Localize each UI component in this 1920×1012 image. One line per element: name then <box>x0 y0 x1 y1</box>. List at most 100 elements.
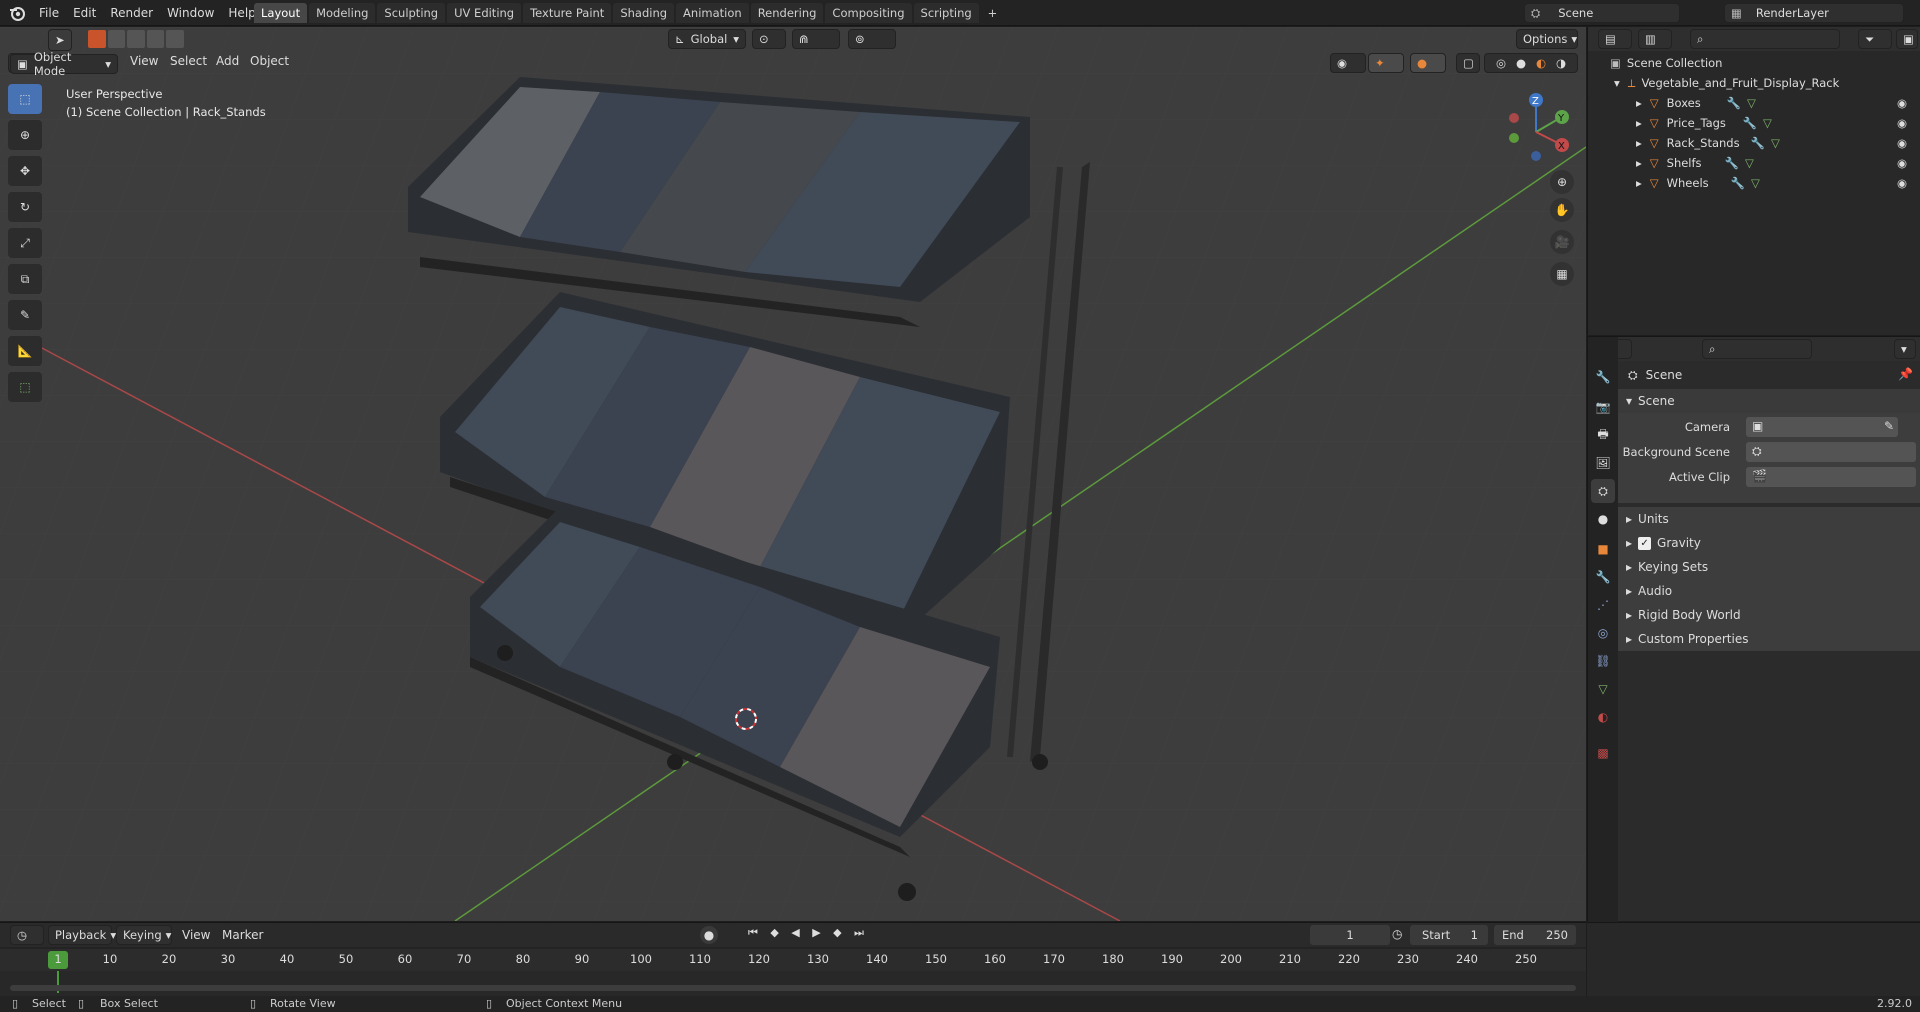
camera-field[interactable]: ▣ ✎ <box>1746 417 1898 437</box>
play-icon[interactable]: ▶ <box>812 926 820 944</box>
playback-dropdown[interactable]: Playback ▾ <box>48 925 116 945</box>
timeline-editor-type[interactable]: ◷ <box>10 925 44 945</box>
solid-shading-icon[interactable]: ● <box>1516 56 1526 70</box>
background-scene-field[interactable]: ⛭ <box>1746 442 1916 462</box>
outliner-filter-button[interactable]: ⏷ <box>1858 29 1892 49</box>
measure-tool[interactable]: 📐 <box>8 336 42 366</box>
outliner-item-price-tags[interactable]: ▸ ▽ Price_Tags 🔧 ▽ ◉ <box>1588 113 1920 133</box>
gravity-checkbox[interactable]: ✓ <box>1638 536 1652 550</box>
playback-controls[interactable]: ⏮ ◆ ◀ ▶ ◆ ⏭ <box>748 926 864 944</box>
constraints-tab-icon[interactable]: ⛓ <box>1591 649 1615 673</box>
tab-rendering[interactable]: Rendering <box>750 3 824 23</box>
scene-tab-icon[interactable]: ⛭ <box>1591 479 1615 503</box>
properties-search-input[interactable]: ⌕ <box>1702 339 1812 359</box>
viewport-menu-view[interactable]: View <box>130 54 158 68</box>
pivot-dropdown[interactable]: ⊙ <box>752 29 786 49</box>
tab-texture-paint[interactable]: Texture Paint <box>523 3 612 23</box>
snap-toggle[interactable]: ⋒ <box>792 29 840 49</box>
menu-window[interactable]: Window <box>160 6 221 20</box>
select-box-tool[interactable]: ⬚ <box>8 84 42 114</box>
blender-logo-icon[interactable] <box>8 4 26 22</box>
tool-tab-icon[interactable]: 🔧 <box>1591 365 1615 389</box>
zoom-view-icon[interactable]: ⊕ <box>1550 170 1574 194</box>
object-mode-dropdown[interactable]: ▣ Object Mode ▾ <box>10 50 118 78</box>
new-collection-button[interactable]: ▣ <box>1896 29 1918 49</box>
modifier-wrench-icon[interactable]: 🔧 <box>1743 116 1757 130</box>
outliner-item-shelfs[interactable]: ▸ ▽ Shelfs 🔧 ▽ ◉ <box>1588 153 1920 173</box>
view-layer-tab-icon[interactable]: 🖼 <box>1591 451 1615 475</box>
chevron-right-icon[interactable]: ▸ <box>1636 96 1642 110</box>
transform-orientation-dropdown[interactable]: ⊾ Global ▾ <box>668 29 746 49</box>
chevron-right-icon[interactable]: ▸ <box>1636 116 1642 130</box>
render-tab-icon[interactable]: 📷 <box>1591 395 1615 419</box>
modifier-tab-icon[interactable]: 🔧 <box>1591 565 1615 589</box>
keying-sets-panel[interactable]: ▸ Keying Sets <box>1618 555 1920 579</box>
viewport-menu-object[interactable]: Object <box>250 54 289 68</box>
material-shading-icon[interactable]: ◐ <box>1536 56 1546 70</box>
object-tab-icon[interactable]: ■ <box>1591 537 1615 561</box>
outliner-scene-collection[interactable]: ▣ Scene Collection <box>1588 53 1920 73</box>
eye-icon[interactable]: ◉ <box>1897 156 1907 170</box>
scene-panel-header[interactable]: ▾ Scene <box>1618 389 1920 413</box>
prev-keyframe-icon[interactable]: ◆ <box>770 926 778 944</box>
eye-icon[interactable]: ◉ <box>1897 96 1907 110</box>
material-tab-icon[interactable]: ◐ <box>1591 705 1615 729</box>
particles-tab-icon[interactable]: ⋰ <box>1591 593 1615 617</box>
rendered-shading-icon[interactable]: ◑ <box>1556 56 1566 70</box>
tab-modeling[interactable]: Modeling <box>309 3 376 23</box>
outliner-collection-row[interactable]: ▾ ⟂ Vegetable_and_Fruit_Display_Rack <box>1588 73 1920 93</box>
modifier-wrench-icon[interactable]: 🔧 <box>1725 156 1739 170</box>
tab-layout[interactable]: Layout <box>254 3 308 23</box>
eye-icon[interactable]: ◉ <box>1897 176 1907 190</box>
output-tab-icon[interactable]: 🖶 <box>1591 423 1615 447</box>
modifier-wrench-icon[interactable]: 🔧 <box>1751 136 1765 150</box>
outliner-display-mode[interactable]: ▥ <box>1638 29 1672 49</box>
transform-tool[interactable]: ⧉ <box>8 264 42 294</box>
eye-icon[interactable]: ◉ <box>1897 116 1907 130</box>
world-tab-icon[interactable]: ● <box>1591 507 1615 531</box>
select-tool-mode[interactable]: ➤ <box>48 29 72 51</box>
chevron-right-icon[interactable]: ▸ <box>1636 176 1642 190</box>
mesh-data-icon[interactable]: ▽ <box>1751 176 1760 190</box>
data-tab-icon[interactable]: ▽ <box>1591 677 1615 701</box>
jump-end-icon[interactable]: ⏭ <box>854 926 864 944</box>
eyedropper-icon[interactable]: ✎ <box>1884 419 1894 433</box>
camera-view-icon[interactable]: 🎥 <box>1550 230 1574 254</box>
keying-dropdown[interactable]: Keying ▾ <box>116 925 172 945</box>
end-frame-field[interactable]: End 250 <box>1494 925 1576 945</box>
jump-start-icon[interactable]: ⏮ <box>748 926 758 944</box>
timeline-menu-marker[interactable]: Marker <box>222 928 263 942</box>
next-keyframe-icon[interactable]: ◆ <box>833 926 841 944</box>
scale-tool[interactable]: ⤢ <box>8 228 42 258</box>
outliner-item-wheels[interactable]: ▸ ▽ Wheels 🔧 ▽ ◉ <box>1588 173 1920 193</box>
mesh-data-icon[interactable]: ▽ <box>1747 96 1756 110</box>
record-button[interactable]: ● <box>700 926 718 944</box>
current-frame-field[interactable]: 1 <box>1310 925 1390 945</box>
active-clip-field[interactable]: 🎬 <box>1746 467 1916 487</box>
chevron-down-icon[interactable]: ▾ <box>1614 76 1620 90</box>
menu-file[interactable]: File <box>32 6 66 20</box>
audio-panel[interactable]: ▸ Audio <box>1618 579 1920 603</box>
outliner-editor-type[interactable]: ▤ <box>1598 29 1632 49</box>
chevron-right-icon[interactable]: ▸ <box>1636 136 1642 150</box>
xray-toggle[interactable]: ▢ <box>1456 53 1480 73</box>
modifier-wrench-icon[interactable]: 🔧 <box>1727 96 1741 110</box>
annotate-tool[interactable]: ✎ <box>8 300 42 330</box>
chevron-right-icon[interactable]: ▸ <box>1636 156 1642 170</box>
add-workspace-button[interactable]: + <box>981 3 1005 23</box>
menu-edit[interactable]: Edit <box>66 6 103 20</box>
overlays-toggle[interactable]: ● <box>1410 53 1446 73</box>
properties-options[interactable]: ▾ <box>1894 339 1916 359</box>
tab-compositing[interactable]: Compositing <box>825 3 912 23</box>
proportional-edit-toggle[interactable]: ⊚ <box>848 29 896 49</box>
outliner-item-rack-stands[interactable]: ▸ ▽ Rack_Stands 🔧 ▽ ◉ <box>1588 133 1920 153</box>
add-cube-tool[interactable]: ⬚ <box>8 372 42 402</box>
navigation-gizmo[interactable]: Z Y X <box>1500 88 1572 168</box>
mesh-data-icon[interactable]: ▽ <box>1771 136 1780 150</box>
tab-scripting[interactable]: Scripting <box>913 3 979 23</box>
cursor-tool[interactable]: ⊕ <box>8 120 42 150</box>
gravity-panel[interactable]: ▸ ✓ Gravity <box>1618 531 1920 555</box>
gizmo-toggle[interactable]: ✦ <box>1368 53 1404 73</box>
viewport-menu-add[interactable]: Add <box>216 54 239 68</box>
custom-properties-panel[interactable]: ▸ Custom Properties <box>1618 627 1920 651</box>
